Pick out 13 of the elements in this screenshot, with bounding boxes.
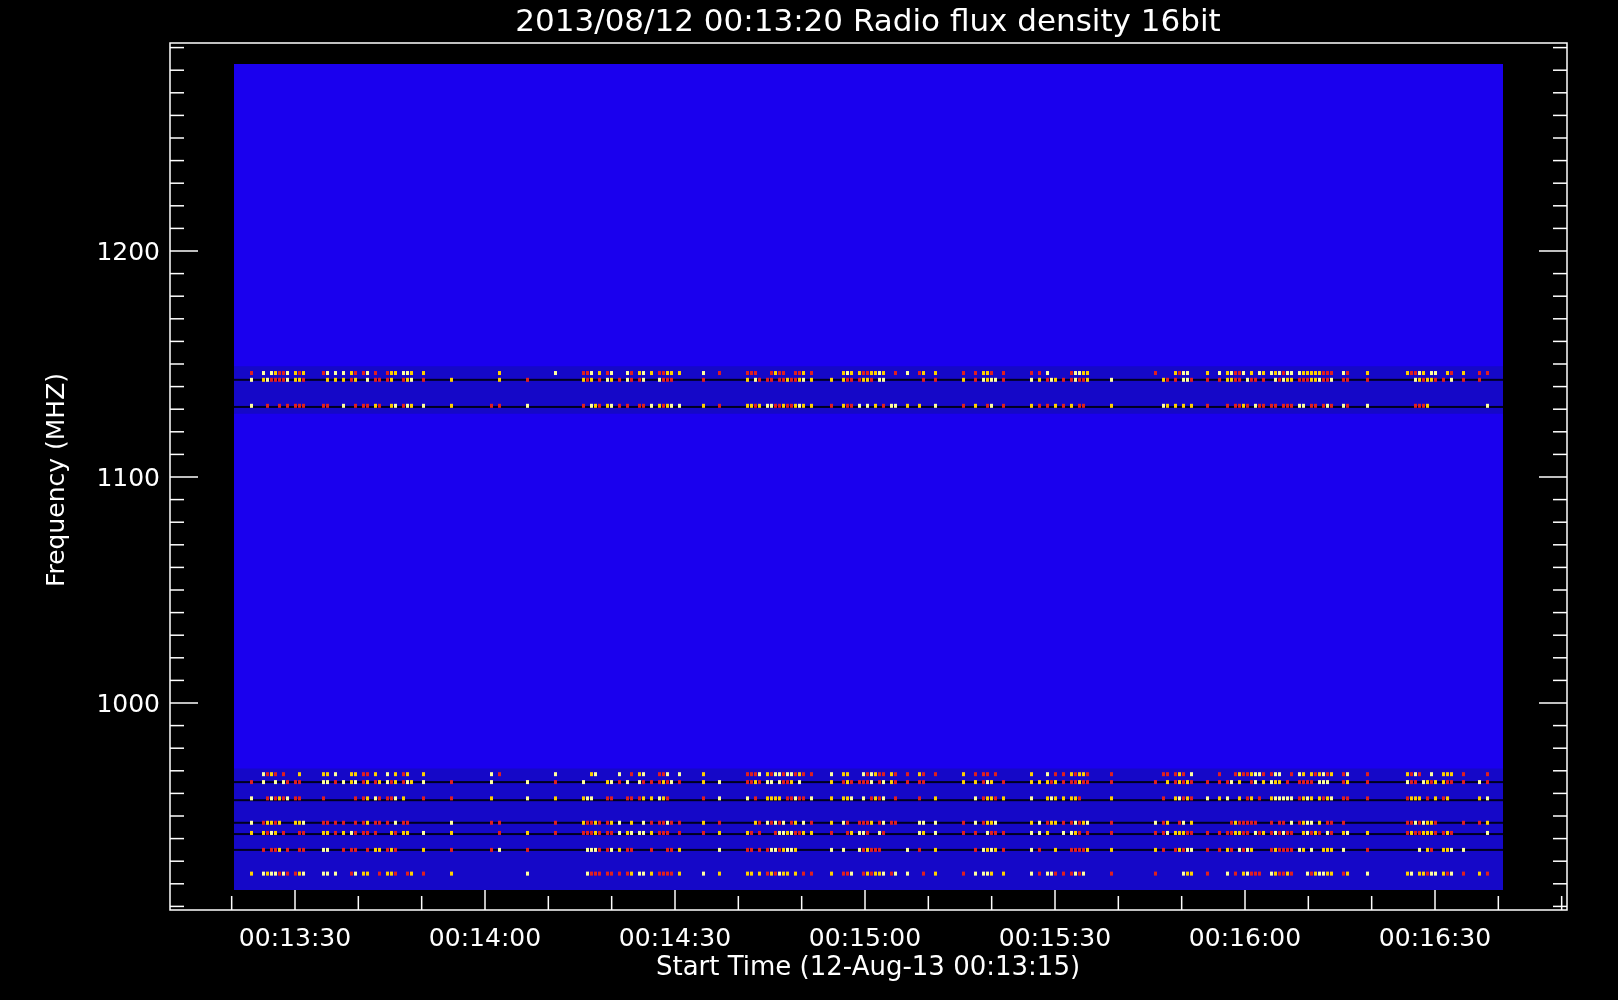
y-tick-label: 1100	[96, 463, 160, 492]
x-tick-label: 00:15:00	[808, 923, 922, 952]
x-tick-label: 00:14:30	[618, 923, 732, 952]
x-tick-label: 00:15:30	[998, 923, 1112, 952]
x-tick-label: 00:13:30	[238, 923, 352, 952]
plot-title: 2013/08/12 00:13:20 Radio flux density 16bit	[515, 2, 1221, 38]
x-axis-label: Start Time (12-Aug-13 00:13:15)	[655, 951, 1081, 981]
y-tick-label: 1000	[96, 689, 160, 718]
x-tick-label: 00:16:30	[1378, 923, 1492, 952]
x-tick-label: 00:16:00	[1188, 923, 1302, 952]
y-axis-label: Frequency (MHZ)	[41, 372, 70, 588]
y-tick-label: 1200	[96, 237, 160, 266]
x-tick-label: 00:14:00	[428, 923, 542, 952]
